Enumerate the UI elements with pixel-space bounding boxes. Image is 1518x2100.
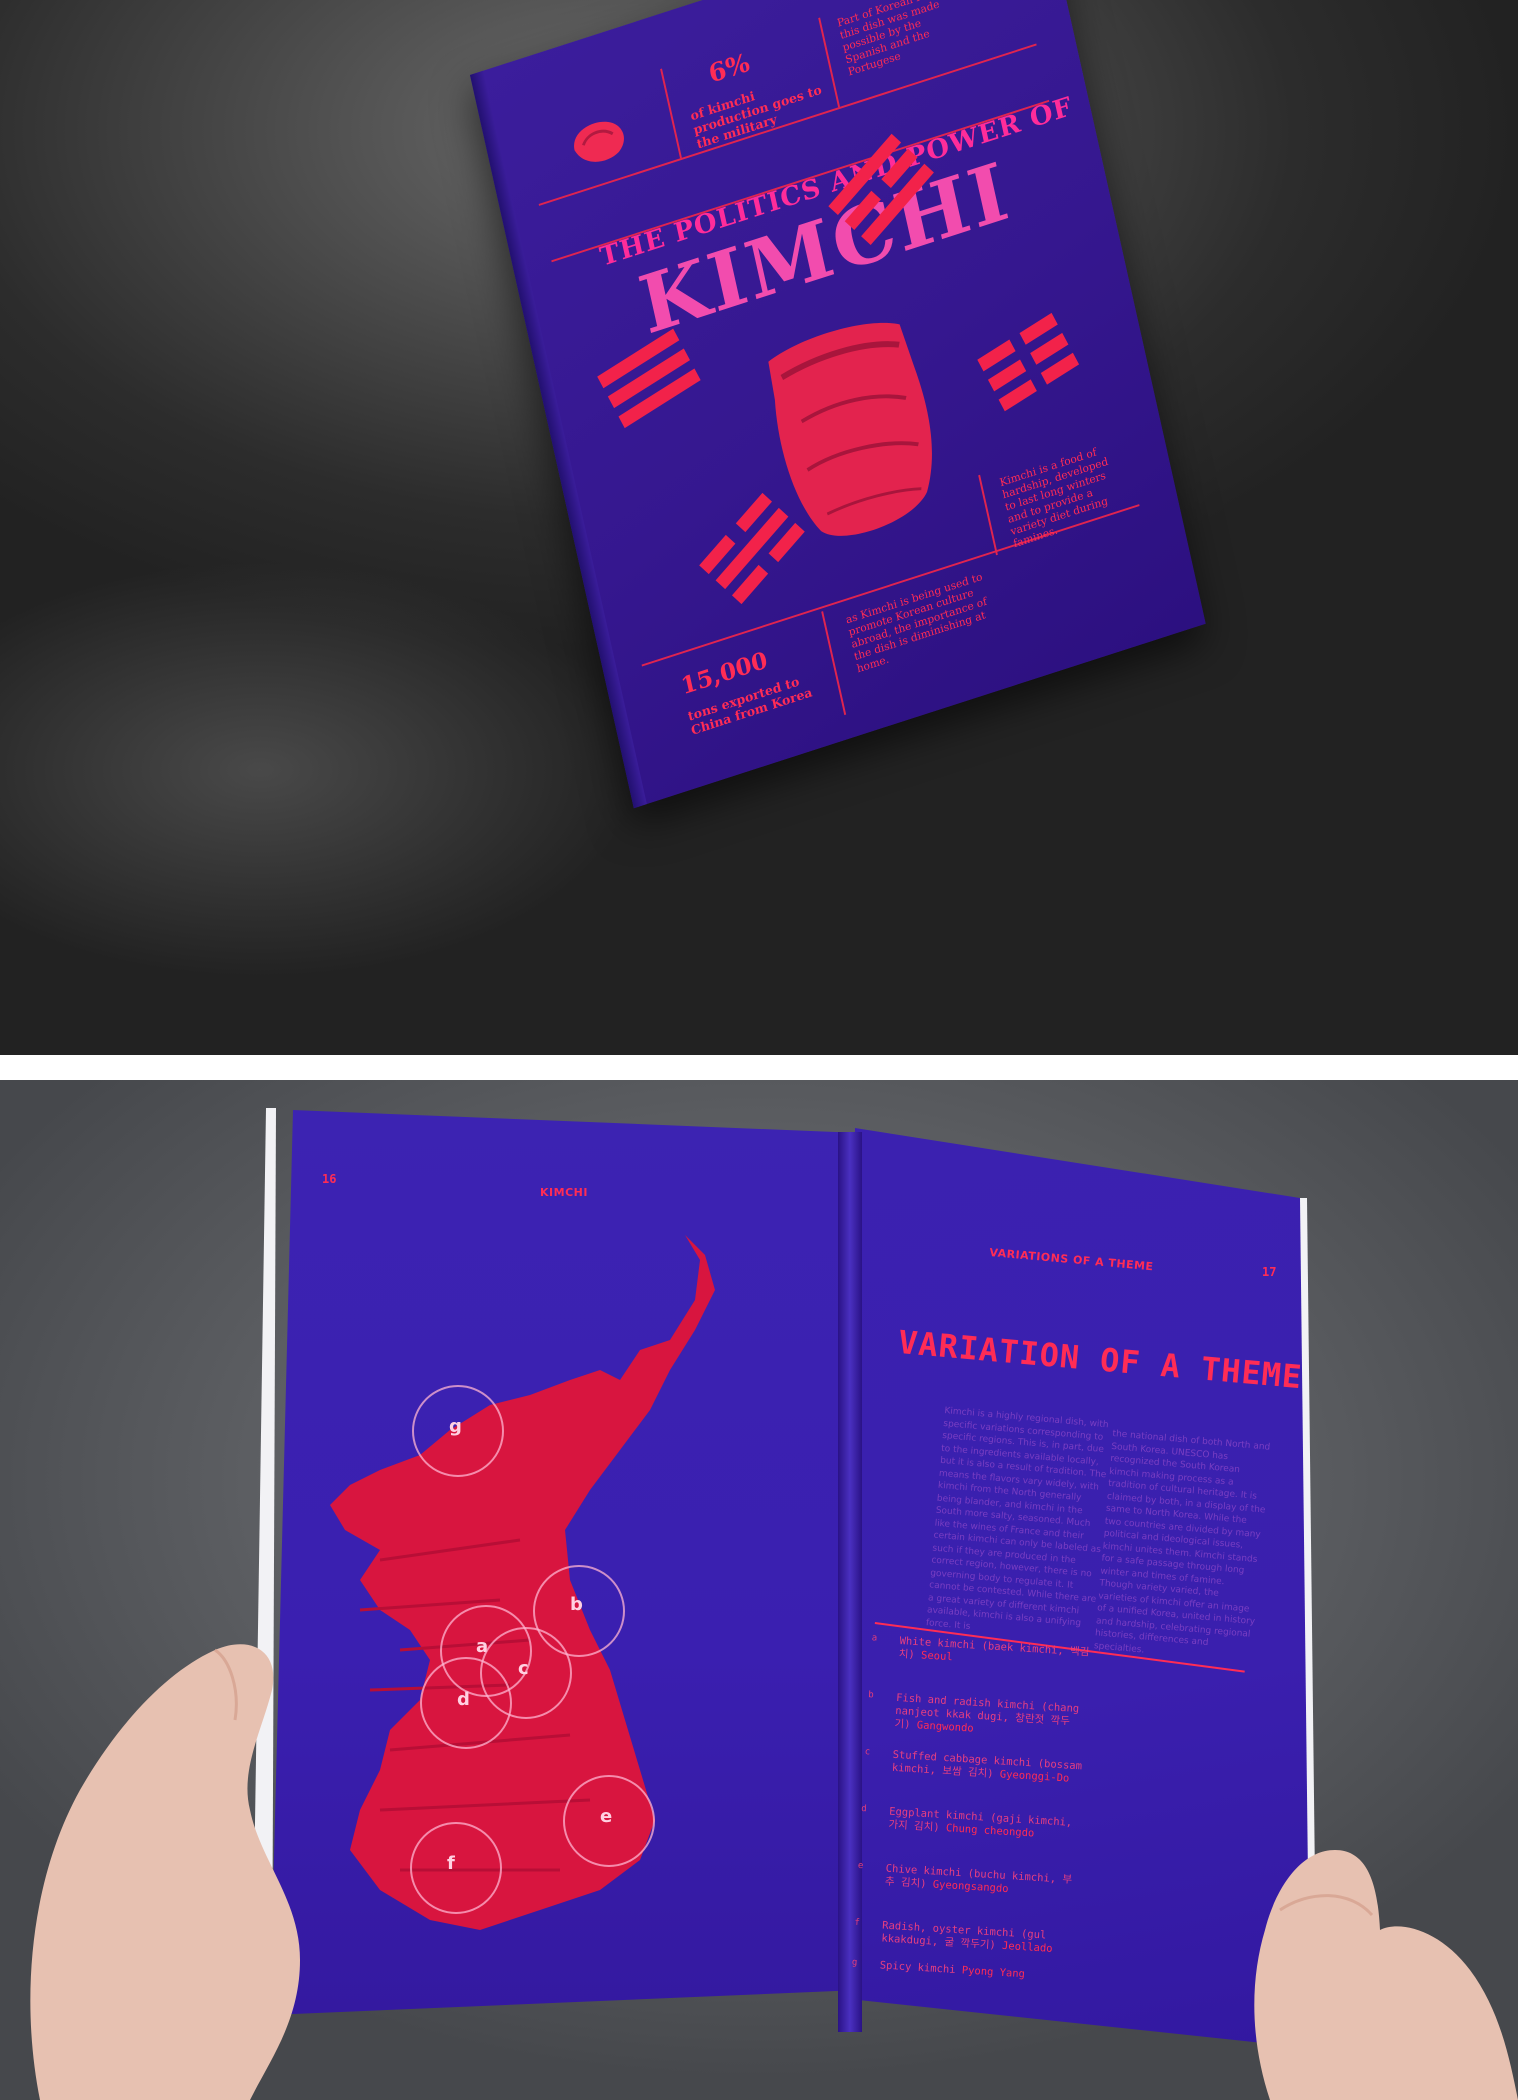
region-label-c: c bbox=[518, 1658, 529, 1679]
cover-mid-text: as Kimchi is being used to promote Korea… bbox=[844, 570, 989, 676]
region-label-f: f bbox=[447, 1853, 455, 1874]
cover-side-text: Part of Korean identity, this dish was m… bbox=[836, 0, 959, 79]
cover-divider bbox=[821, 611, 847, 716]
list-item-letter: e bbox=[857, 1860, 864, 1872]
spread-gutter bbox=[838, 1132, 862, 2032]
region-label-d: d bbox=[457, 1689, 470, 1710]
region-label-e: e bbox=[600, 1806, 613, 1827]
list-item-region: Seoul bbox=[920, 1649, 954, 1664]
article-body-right: the national dish of both North and Sout… bbox=[1093, 1428, 1271, 1656]
left-page-number: 16 bbox=[322, 1172, 337, 1186]
region-circle-f bbox=[410, 1822, 502, 1914]
article-body-left: Kimchi is a highly regional dish, with s… bbox=[925, 1405, 1109, 1632]
kimchi-illustration-small bbox=[574, 121, 624, 162]
list-item-letter: a bbox=[871, 1633, 878, 1644]
region-label-b: b bbox=[570, 1594, 583, 1615]
list-item-region: Jeollado bbox=[1001, 1939, 1053, 1955]
table-reflection bbox=[0, 560, 640, 980]
list-item-letter: b bbox=[867, 1690, 874, 1701]
right-page-number: 17 bbox=[1262, 1265, 1277, 1279]
left-hand bbox=[30, 1644, 301, 2100]
left-running-head: KIMCHI bbox=[540, 1186, 588, 1199]
cover-divider bbox=[978, 474, 998, 556]
list-item-region: Pyong Yang bbox=[961, 1964, 1026, 1981]
cover-side-text-right: Kimchi is a food of hardship, developed … bbox=[998, 445, 1110, 551]
photo-divider bbox=[0, 1055, 1518, 1080]
list-item-letter: c bbox=[864, 1747, 871, 1758]
list-item-region: Gangwondo bbox=[916, 1719, 975, 1735]
list-item-letter: g bbox=[851, 1957, 858, 1968]
stat-top-value: 6% bbox=[706, 48, 753, 90]
cover-divider bbox=[660, 68, 682, 159]
list-item-letter: f bbox=[854, 1917, 861, 1929]
cover-photo: 6% of kimchi production goes to the mili… bbox=[0, 0, 1518, 1055]
region-label-g: g bbox=[449, 1416, 462, 1437]
list-item-letter: d bbox=[861, 1803, 868, 1815]
korea-map bbox=[330, 1235, 715, 1930]
right-hand bbox=[1254, 1850, 1518, 2100]
